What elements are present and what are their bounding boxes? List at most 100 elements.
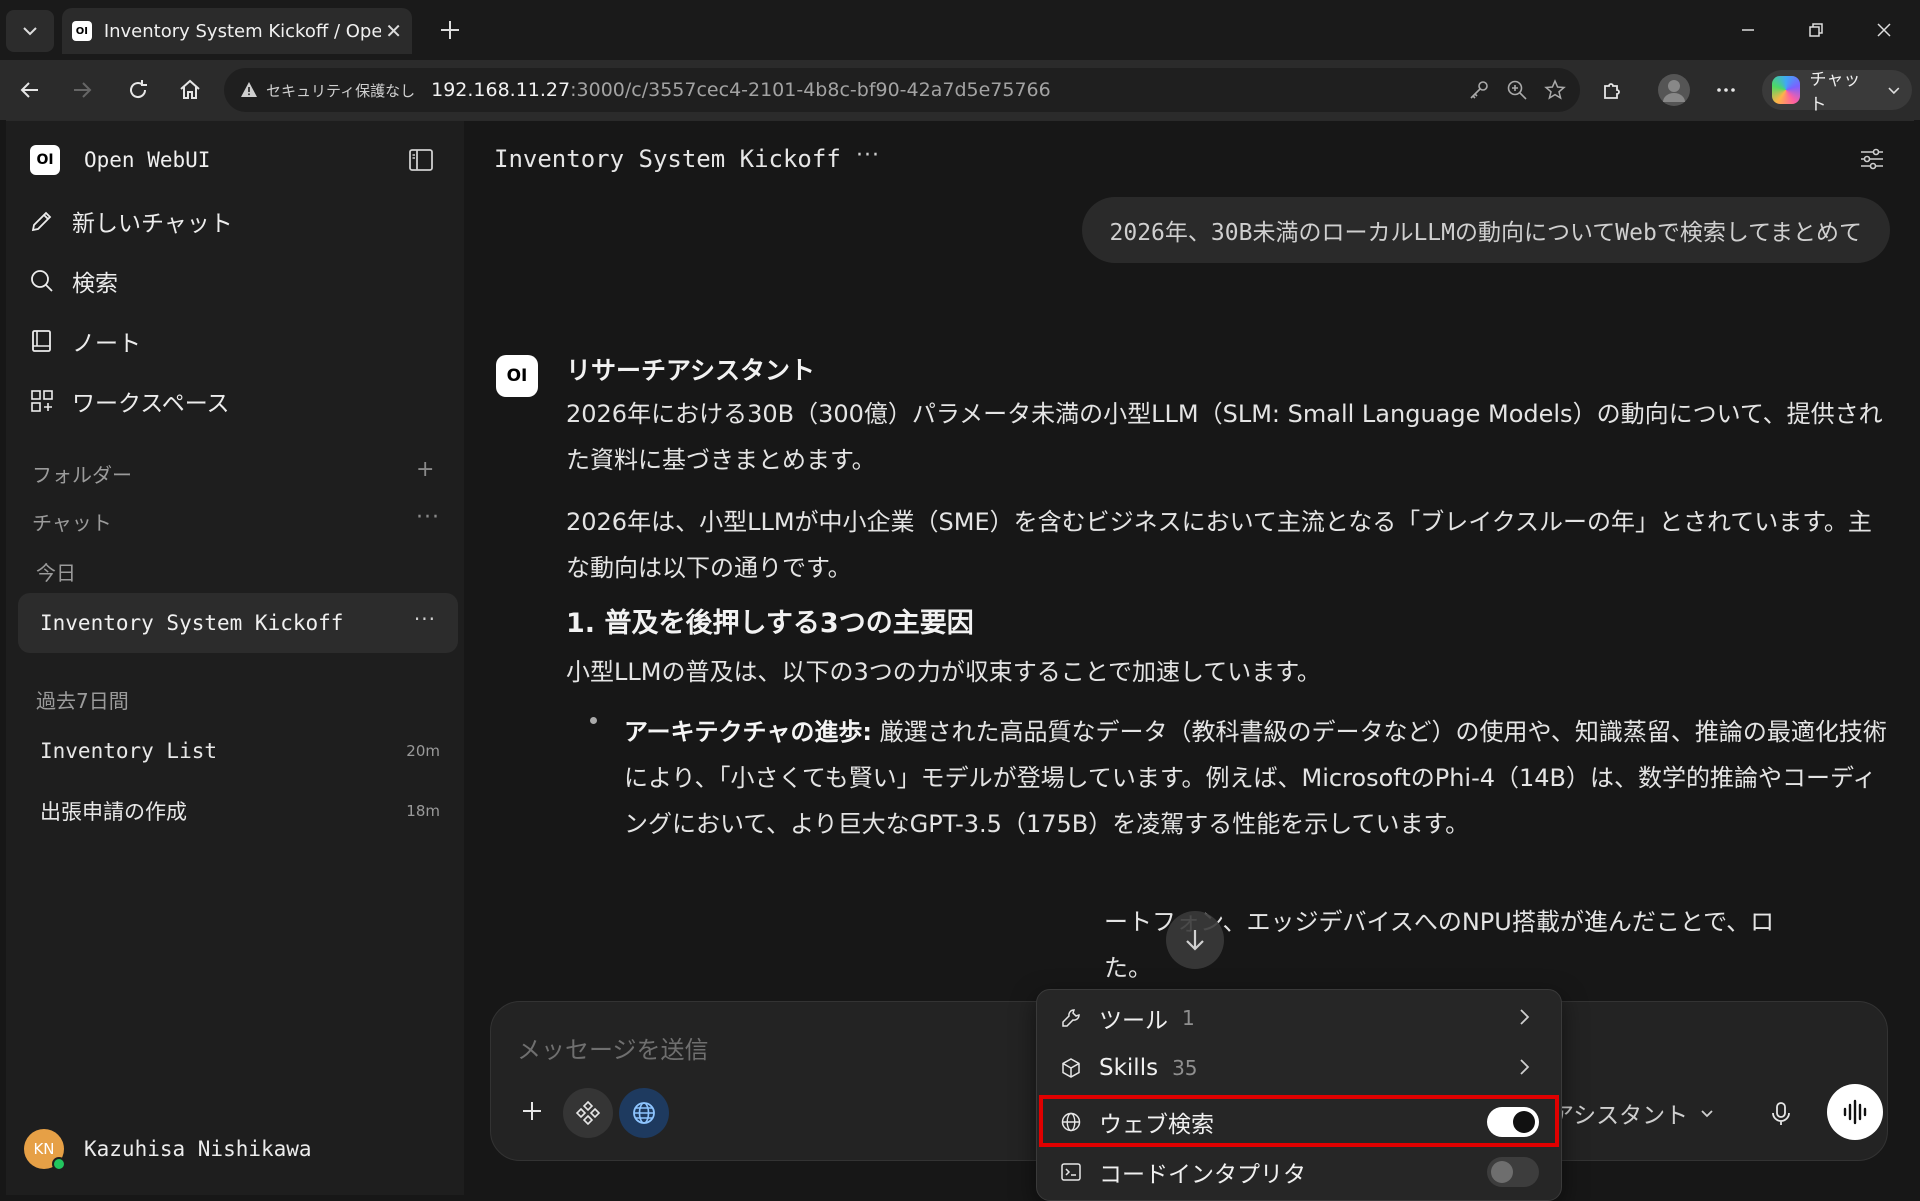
voice-mode-button[interactable] <box>1827 1084 1883 1140</box>
chat-title[interactable]: Inventory System Kickoff <box>494 145 841 173</box>
avatar: KN <box>24 1129 66 1171</box>
assistant-heading: 1. 普及を後押しする3つの主要因 <box>566 608 974 639</box>
tab-title: Inventory System Kickoff / Open WebUI <box>103 20 382 42</box>
restore-button[interactable] <box>1794 10 1838 50</box>
sidebar-item-label: ワークスペース <box>72 391 230 417</box>
web-search-indicator-button[interactable] <box>619 1088 669 1138</box>
chat-main: Inventory System Kickoff ··· 2026年、30B未満… <box>464 121 1914 1201</box>
minimize-icon <box>1742 29 1754 31</box>
reload-button[interactable] <box>118 70 158 110</box>
sidebar-item-search[interactable]: 検索 <box>28 259 448 303</box>
chevron-down-icon <box>1888 87 1900 95</box>
back-button[interactable] <box>10 70 50 110</box>
chevron-right-icon <box>1520 1059 1530 1075</box>
wrench-icon <box>1062 1009 1080 1027</box>
chat-item-title: Inventory List <box>40 739 218 763</box>
chat-controls-button[interactable] <box>1856 143 1888 175</box>
menu-item-code-interpreter[interactable]: コードインタプリタ <box>1047 1148 1553 1196</box>
url-host[interactable]: 192.168.11.27 <box>431 79 570 101</box>
warning-icon <box>241 82 257 97</box>
profile-button[interactable] <box>1654 70 1694 110</box>
menu-item-label: Skills <box>1099 1055 1159 1081</box>
notebook-icon <box>32 330 51 352</box>
star-icon[interactable] <box>1544 79 1566 101</box>
sliders-icon <box>1861 148 1883 170</box>
sidebar-item-label: 新しいチャット <box>72 211 233 237</box>
search-icon <box>31 270 53 292</box>
extensions-button[interactable] <box>1592 70 1632 110</box>
close-window-button[interactable] <box>1862 10 1906 50</box>
chevron-down-icon <box>23 27 37 36</box>
cube-icon <box>1062 1058 1080 1078</box>
plus-icon <box>523 1102 541 1120</box>
dictate-button[interactable] <box>1761 1094 1801 1134</box>
sidebar-item-label: ノート <box>72 331 141 357</box>
url-path[interactable]: :3000/c/3557cec4-2101-4b8c-bf90-42a7d5e7… <box>570 79 1051 101</box>
scroll-to-bottom-button[interactable] <box>1166 911 1224 969</box>
chevron-down-icon <box>1701 1110 1713 1118</box>
tab-favicon-icon: OI <box>72 21 92 41</box>
tab-list-button[interactable] <box>6 10 54 52</box>
chat-item-more-button[interactable]: ··· <box>414 607 436 631</box>
integrations-icon <box>575 1100 601 1126</box>
browser-menu-button[interactable] <box>1706 70 1746 110</box>
more-horizontal-icon <box>1717 88 1735 92</box>
sidebar-item-notes[interactable]: ノート <box>28 319 448 363</box>
sidebar-item-label: 検索 <box>72 271 118 297</box>
key-icon[interactable] <box>1468 79 1490 101</box>
avatar-initials: KN <box>33 1140 55 1158</box>
integrations-menu: ツール 1 Skills 35 ウェブ検索 コードインタプリタ <box>1036 989 1562 1201</box>
message-input[interactable]: メッセージを送信 <box>517 1030 709 1065</box>
chat-more-button[interactable]: ··· <box>856 143 880 168</box>
toggle-knob <box>1491 1161 1513 1183</box>
audio-waveform-icon <box>1843 1099 1867 1125</box>
integrations-button[interactable] <box>563 1088 613 1138</box>
forward-button[interactable] <box>62 70 102 110</box>
zoom-in-icon[interactable] <box>1506 79 1528 101</box>
sidebar-item-new-chat[interactable]: 新しいチャット <box>28 199 448 243</box>
bullet-marker <box>590 717 597 724</box>
assistant-avatar: OI <box>496 355 538 397</box>
chats-more-button[interactable]: ··· <box>416 505 440 530</box>
arrow-right-icon <box>74 82 92 98</box>
browser-tab[interactable]: OI Inventory System Kickoff / Open WebUI… <box>62 8 412 54</box>
code-interpreter-toggle[interactable] <box>1487 1157 1539 1187</box>
brand[interactable]: OI Open WebUI <box>30 145 210 175</box>
menu-item-skills[interactable]: Skills 35 <box>1047 1044 1553 1092</box>
home-icon <box>180 79 200 99</box>
tab-close-icon[interactable]: ✕ <box>385 19 402 43</box>
menu-item-tools[interactable]: ツール 1 <box>1047 994 1553 1042</box>
open-webui-app: OI Open WebUI 新しいチャット 検索 ノート ワークスペース フォル… <box>6 120 1914 1201</box>
add-folder-button[interactable]: + <box>416 457 434 482</box>
globe-icon <box>633 1102 655 1124</box>
assistant-paragraph: 2026年は、小型LLMが中小企業（SME）を含むビジネスにおいて主流となる「ブ… <box>566 508 1872 582</box>
chats-section-label[interactable]: チャット <box>32 507 112 536</box>
plus-icon <box>441 21 459 39</box>
minimize-button[interactable] <box>1726 10 1770 50</box>
menu-item-label: コードインタプリタ <box>1099 1162 1306 1188</box>
sidebar-chat-item[interactable]: 出張申請の作成 18m <box>40 791 440 831</box>
home-button[interactable] <box>170 70 210 110</box>
copilot-button[interactable]: チャット <box>1762 70 1912 115</box>
chat-item-age: 20m <box>406 742 440 760</box>
new-tab-button[interactable] <box>432 12 468 48</box>
address-bar[interactable]: セキュリティ保護なし 192.168.11.27 :3000/c/3557cec… <box>224 68 1580 112</box>
sidebar-toggle-button[interactable] <box>406 145 436 175</box>
past-7-days-group-label: 過去7日間 <box>36 689 129 713</box>
bullet-item: アーキテクチャの進歩: 厳選された高品質なデータ（教科書級のデータなど）の使用や… <box>624 709 1894 847</box>
sidebar-chat-item-active[interactable]: Inventory System Kickoff ··· <box>18 593 458 653</box>
sidebar-chat-item[interactable]: Inventory List 20m <box>40 731 440 771</box>
security-label[interactable]: セキュリティ保護なし <box>266 80 415 101</box>
chat-item-title: Inventory System Kickoff <box>40 611 344 635</box>
pencil-icon <box>31 211 52 232</box>
brand-name: Open WebUI <box>84 148 211 172</box>
microphone-icon <box>1772 1102 1790 1125</box>
assistant-paragraph: 小型LLMの普及は、以下の3つの力が収束することで加速しています。 <box>566 658 1321 686</box>
folders-section-label[interactable]: フォルダー <box>32 459 132 488</box>
attach-button[interactable] <box>513 1092 551 1130</box>
user-menu[interactable]: KN Kazuhisa Nishikawa <box>24 1129 312 1171</box>
assistant-name: リサーチアシスタント <box>566 356 816 385</box>
browser-toolbar: セキュリティ保護なし 192.168.11.27 :3000/c/3557cec… <box>0 60 1920 120</box>
sidebar-item-workspace[interactable]: ワークスペース <box>28 379 448 423</box>
chat-item-age: 18m <box>406 802 440 820</box>
